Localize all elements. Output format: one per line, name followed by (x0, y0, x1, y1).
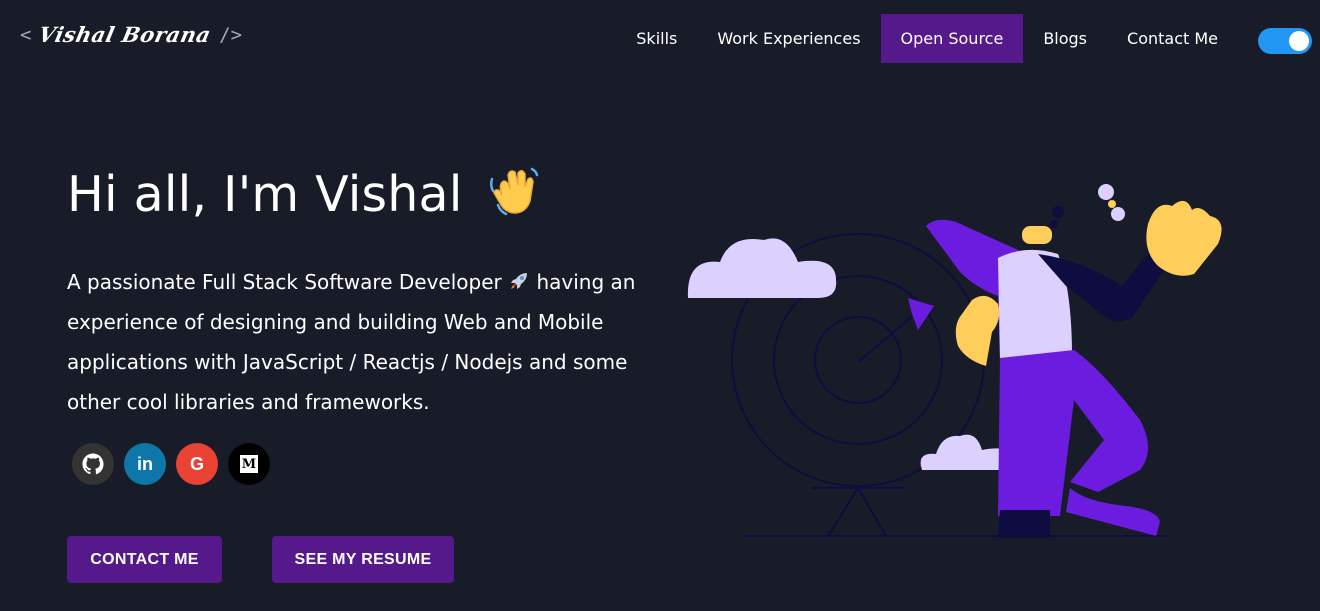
logo-open-bracket: < (20, 23, 32, 46)
toggle-knob (1289, 31, 1309, 51)
logo[interactable]: < Vishal Borana /> (20, 22, 242, 47)
medium-icon[interactable]: M (228, 443, 270, 485)
nav-work-experiences[interactable]: Work Experiences (697, 14, 880, 63)
nav-contact-me[interactable]: Contact Me (1107, 14, 1238, 63)
linkedin-icon[interactable]: in (124, 443, 166, 485)
theme-toggle[interactable] (1258, 28, 1312, 54)
google-icon[interactable]: G (176, 443, 218, 485)
github-mark (82, 453, 104, 475)
person (926, 184, 1222, 538)
page-title: Hi all, I'm Vishal (67, 165, 540, 223)
dart (857, 298, 934, 363)
contact-me-button[interactable]: CONTACT ME (67, 536, 222, 583)
nav-skills[interactable]: Skills (616, 14, 697, 63)
logo-close-bracket: /> (219, 23, 243, 46)
social-links: in G M (72, 443, 270, 485)
github-icon[interactable] (72, 443, 114, 485)
rocket-icon (511, 273, 528, 289)
waving-hand-icon (490, 167, 539, 216)
hero-illustration (687, 184, 1222, 538)
nav-open-source[interactable]: Open Source (880, 14, 1024, 63)
hero-subtitle: A passionate Full Stack Software Develop… (67, 262, 657, 422)
cloud-left (687, 238, 837, 298)
see-resume-button[interactable]: SEE MY RESUME (272, 536, 454, 583)
logo-signature: Vishal Borana (36, 22, 214, 47)
medium-glyph: M (240, 455, 258, 473)
main-nav: Skills Work Experiences Open Source Blog… (616, 14, 1238, 63)
greeting-text: Hi all, I'm Vishal (67, 166, 463, 223)
subtitle-text-1: A passionate Full Stack Software Develop… (67, 270, 502, 294)
cloud-bottom (920, 434, 1011, 470)
nav-blogs[interactable]: Blogs (1023, 14, 1107, 63)
